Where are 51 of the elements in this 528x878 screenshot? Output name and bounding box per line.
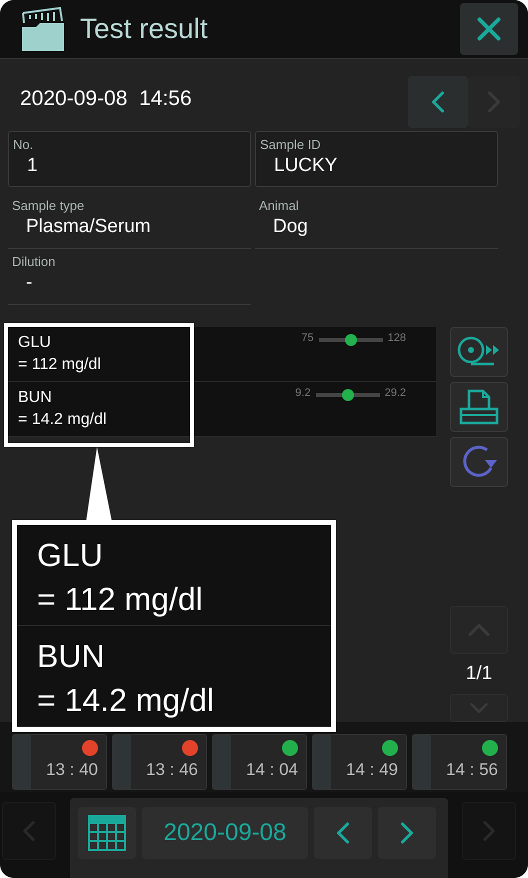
- calendar-icon: [88, 815, 126, 851]
- result-name: BUN: [18, 388, 53, 408]
- folder-icon: [20, 7, 66, 52]
- record-time: 13 : 40: [46, 760, 98, 780]
- run-button[interactable]: [450, 327, 508, 378]
- range-high: 128: [388, 332, 406, 344]
- field-value: Plasma/Serum: [25, 216, 152, 238]
- close-button[interactable]: [460, 3, 518, 56]
- print-button[interactable]: [450, 382, 508, 432]
- record-time: 13 : 46: [146, 760, 198, 780]
- previous-day-button[interactable]: [314, 807, 372, 859]
- result-row[interactable]: GLU = 112 mg/dl 75 128: [8, 327, 436, 382]
- refresh-button[interactable]: [450, 437, 508, 488]
- record-card[interactable]: 13 : 40: [12, 734, 107, 790]
- callout-name: GLU: [37, 536, 104, 575]
- result-value: = 14.2 mg/dl: [18, 410, 108, 430]
- callout-value: = 14.2 mg/dl: [37, 681, 215, 720]
- range-low: 75: [301, 332, 314, 344]
- record-time: 14 : 56: [446, 760, 498, 780]
- printer-icon: [459, 389, 499, 426]
- page-indicator: 1/1: [464, 663, 494, 686]
- callout-value: = 112 mg/dl: [37, 580, 204, 619]
- field-value: -: [25, 272, 34, 294]
- record-card[interactable]: 14 : 04: [212, 734, 307, 790]
- previous-button[interactable]: [408, 76, 468, 128]
- field-value: LUCKY: [273, 155, 338, 178]
- result-name: GLU: [18, 333, 52, 354]
- record-time: 14 : 49: [346, 760, 398, 780]
- record-time: 14 : 04: [246, 760, 298, 780]
- field-label: No.: [13, 137, 34, 152]
- field-value: Dog: [272, 216, 309, 238]
- record-card[interactable]: 14 : 56: [412, 734, 507, 790]
- date-button[interactable]: 2020-09-08: [142, 807, 308, 859]
- callout-name: BUN: [37, 637, 106, 676]
- field-label: Sample ID: [260, 137, 322, 152]
- field-label: Animal: [259, 198, 300, 214]
- calendar-button[interactable]: [78, 807, 136, 859]
- result-row[interactable]: BUN = 14.2 mg/dl 9.2 29.2: [8, 382, 436, 438]
- field-label: Dilution: [12, 254, 56, 270]
- input-field[interactable]: Sample ID LUCKY: [255, 131, 498, 188]
- result-value: = 112 mg/dl: [18, 355, 102, 376]
- window-title: Test result: [80, 13, 209, 46]
- input-field[interactable]: No. 1: [8, 131, 251, 188]
- field-value: 1: [26, 155, 39, 178]
- range-high: 29.2: [384, 387, 406, 400]
- record-card[interactable]: 13 : 46: [112, 734, 207, 790]
- field-label: Sample type: [12, 198, 86, 214]
- record-card[interactable]: 14 : 49: [312, 734, 407, 790]
- range-low: 9.2: [295, 387, 311, 400]
- next-day-button[interactable]: [378, 807, 436, 859]
- record-datetime: 2020-09-08 14:56: [20, 86, 193, 112]
